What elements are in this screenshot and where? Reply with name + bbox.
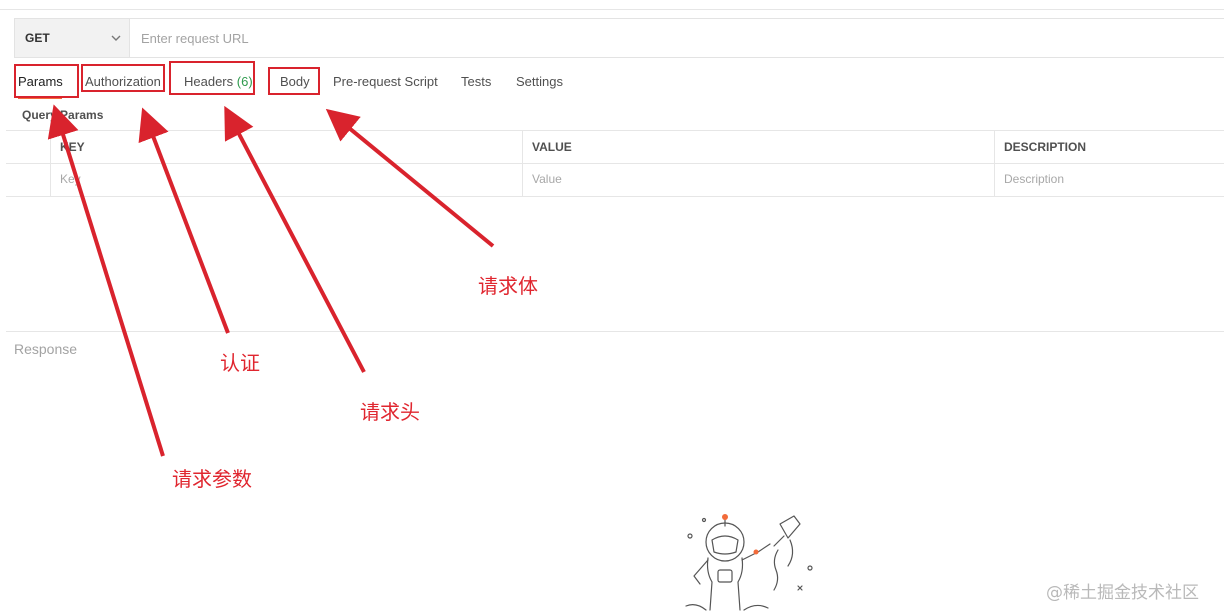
- table-column-divider: [50, 130, 51, 197]
- authorization-annotation-label: 认证: [220, 351, 260, 375]
- params-highlight-box: [14, 64, 79, 98]
- url-input[interactable]: [131, 19, 1221, 57]
- column-header-value: VALUE: [532, 140, 572, 154]
- tab-pre-request-script[interactable]: Pre-request Script: [333, 74, 438, 90]
- body-annotation-label: 请求体: [478, 274, 538, 298]
- table-header-border: [6, 163, 1224, 164]
- key-input[interactable]: Key: [60, 172, 81, 186]
- table-column-divider: [522, 130, 523, 197]
- query-params-title: Query Params: [22, 108, 104, 122]
- response-divider: [6, 331, 1224, 332]
- authorization-highlight-box: [81, 64, 165, 92]
- tab-tests[interactable]: Tests: [461, 74, 491, 90]
- watermark: @稀土掘金技术社区: [1046, 583, 1199, 603]
- value-input[interactable]: Value: [532, 172, 562, 186]
- astronaut-illustration: [685, 514, 813, 611]
- body-highlight-box: [268, 67, 320, 95]
- top-divider: [0, 9, 1224, 10]
- params-annotation-label: 请求参数: [172, 467, 252, 491]
- authorization-arrow: [138, 107, 230, 334]
- table-column-divider: [994, 130, 995, 197]
- tab-settings[interactable]: Settings: [516, 74, 563, 90]
- chevron-down-icon: [111, 35, 121, 41]
- method-select[interactable]: GET: [14, 18, 130, 58]
- method-label: GET: [25, 31, 50, 45]
- tab-pre-request-script-label: Pre-request Script: [333, 74, 438, 89]
- tab-tests-label: Tests: [461, 74, 492, 89]
- body-arrow: [325, 108, 495, 248]
- headers-arrow: [224, 105, 366, 373]
- column-header-key: KEY: [60, 140, 85, 154]
- response-label: Response: [14, 341, 78, 357]
- headers-highlight-box: [169, 61, 255, 95]
- description-input[interactable]: Description: [1004, 172, 1064, 186]
- headers-annotation-label: 请求头: [360, 400, 420, 424]
- table-top-border: [6, 130, 1224, 131]
- tab-settings-label: Settings: [516, 74, 563, 89]
- table-bottom-border: [6, 196, 1224, 197]
- column-header-description: DESCRIPTION: [1004, 140, 1087, 154]
